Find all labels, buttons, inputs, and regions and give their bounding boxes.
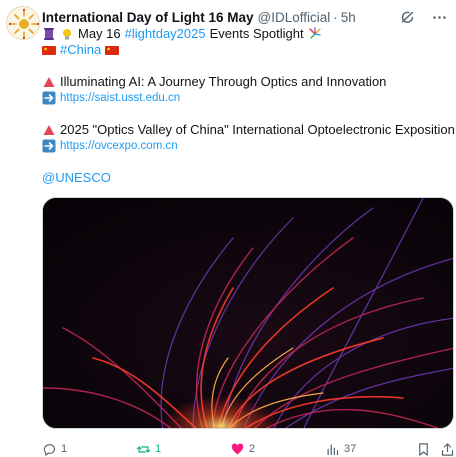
right-arrow-icon: [42, 139, 56, 153]
hashtag-china[interactable]: #China: [60, 42, 101, 58]
light-fiber-image: [43, 198, 453, 428]
more-icon: [432, 15, 446, 19]
reply-count: 1: [61, 443, 68, 455]
grok-icon: [401, 11, 413, 23]
text-line-1: May 16 #lightday2025 Events Spotlight: [42, 26, 452, 42]
red-triangle-icon: [42, 123, 56, 137]
firework-emoji-icon: [308, 27, 322, 41]
more-button[interactable]: [428, 6, 450, 28]
repost-icon: [136, 445, 151, 453]
views-count: 37: [344, 443, 357, 455]
views-button[interactable]: 37: [325, 440, 356, 457]
hashtag-lightday2025[interactable]: #lightday2025: [125, 26, 206, 42]
avatar[interactable]: [6, 6, 40, 40]
text-line-item1-link: https://saist.usst.edu.cn: [42, 90, 452, 106]
heart-icon: [231, 442, 244, 454]
tweet[interactable]: International Day of Light 16 May @IDLof…: [0, 0, 456, 457]
scroll-emoji-icon: [42, 27, 56, 41]
spotlight-text: Events Spotlight: [209, 26, 304, 41]
text-line-item2-link: https://ovcexpo.com.cn: [42, 138, 452, 154]
action-bar: 1 1 2 37: [42, 440, 456, 457]
item1-link[interactable]: https://saist.usst.edu.cn: [60, 90, 180, 106]
author-name[interactable]: International Day of Light 16 May: [42, 10, 254, 25]
text-line-mention: @UNESCO: [42, 170, 452, 186]
share-icon: [441, 442, 454, 456]
lightbulb-emoji-icon: [60, 27, 74, 41]
bookmark-button[interactable]: [416, 440, 435, 457]
views-icon: [327, 444, 339, 455]
text-line-2: #China: [42, 42, 452, 58]
china-flag-icon: [105, 43, 120, 57]
separator-dot: ·: [333, 9, 338, 25]
bookmark-icon: [419, 442, 428, 456]
date-text: May 16: [78, 26, 121, 41]
post-image[interactable]: [42, 197, 454, 429]
text-line-item1: Illuminating AI: A Journey Through Optic…: [42, 74, 452, 90]
mention-unesco[interactable]: @UNESCO: [42, 170, 111, 186]
like-count: 2: [249, 443, 256, 455]
tweet-text: May 16 #lightday2025 Events Spotlight #C…: [42, 26, 455, 186]
reply-button[interactable]: 1: [42, 440, 67, 457]
author-handle[interactable]: @IDLofficial: [258, 10, 331, 25]
post-time[interactable]: 5h: [341, 10, 356, 25]
like-button[interactable]: 2: [230, 440, 255, 457]
grok-button[interactable]: [396, 6, 418, 28]
share-button[interactable]: [440, 440, 456, 457]
top-actions: [396, 6, 450, 28]
repost-button[interactable]: 1: [136, 440, 161, 457]
item1-title: Illuminating AI: A Journey Through Optic…: [60, 74, 387, 89]
red-triangle-icon: [42, 75, 56, 89]
item2-title: 2025 "Optics Valley of China" Internatio…: [60, 122, 455, 137]
item2-link[interactable]: https://ovcexpo.com.cn: [60, 138, 178, 154]
reply-icon: [43, 443, 56, 456]
tweet-header: International Day of Light 16 May @IDLof…: [42, 8, 356, 26]
china-flag-icon: [42, 43, 56, 57]
repost-count: 1: [155, 443, 162, 455]
right-arrow-icon: [42, 91, 56, 105]
sun-logo-icon: [8, 8, 39, 39]
text-line-item2: 2025 "Optics Valley of China" Internatio…: [42, 122, 455, 138]
